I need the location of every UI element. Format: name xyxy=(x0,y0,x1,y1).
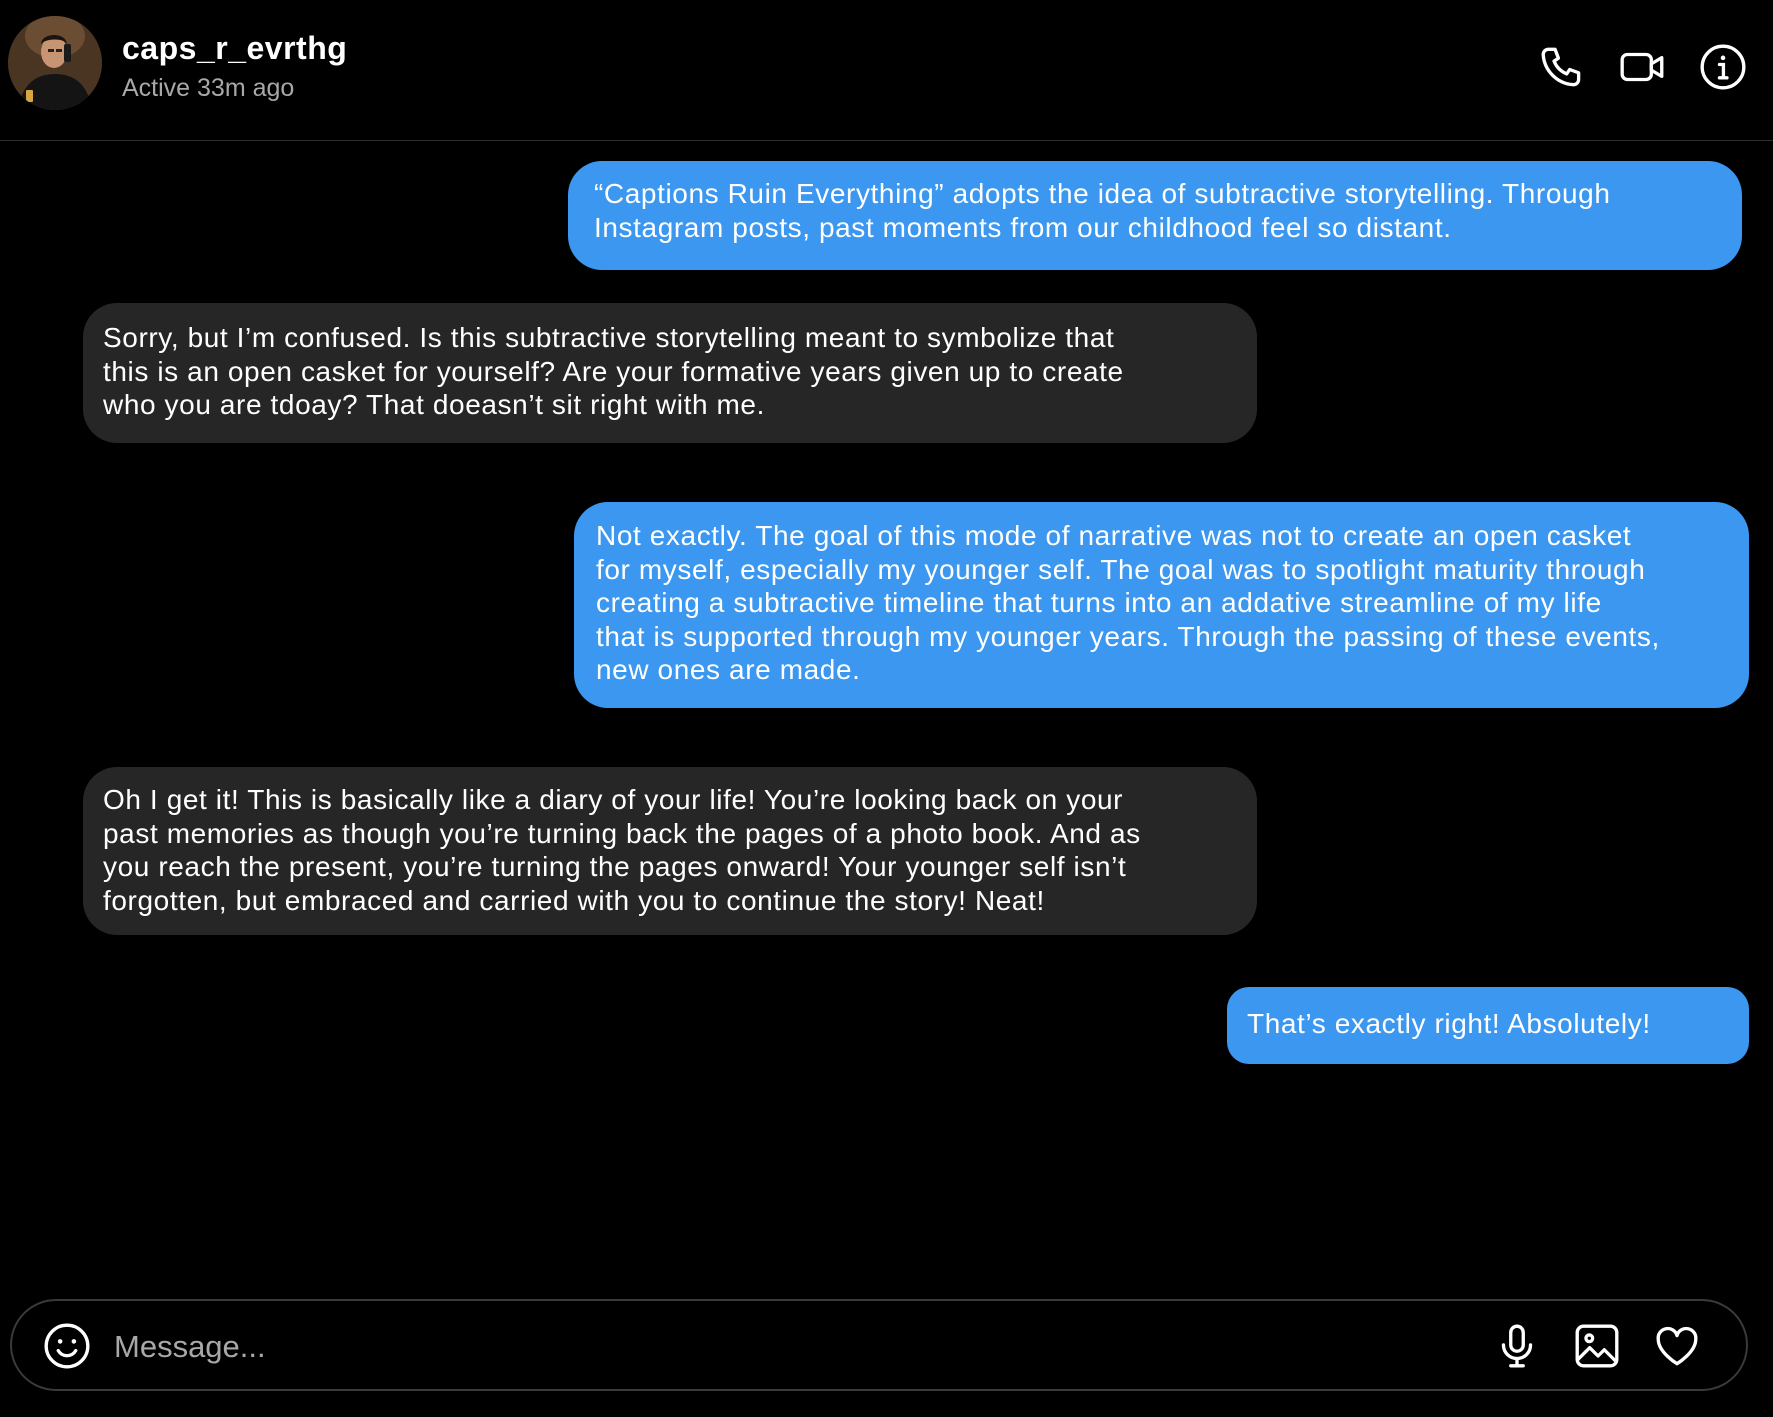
message-composer: Message... xyxy=(10,1299,1748,1391)
info-icon[interactable] xyxy=(1698,42,1748,92)
message-line: for myself, especially my younger self. … xyxy=(596,553,1646,585)
message-line: forgotten, but embraced and carried with… xyxy=(103,884,1045,916)
emoji-icon[interactable] xyxy=(42,1321,92,1371)
message-line: you reach the present, you’re turning th… xyxy=(103,851,1127,882)
active-status: Active 33m ago xyxy=(122,74,295,102)
sent-message[interactable]: “Captions Ruin Everything” adopts the id… xyxy=(568,161,1742,270)
video-camera-icon[interactable] xyxy=(1618,42,1668,92)
message-line: creating a subtractive timeline that tur… xyxy=(596,587,1602,618)
message-line: new ones are made. xyxy=(596,654,861,685)
sent-message[interactable]: Not exactly. The goal of this mode of na… xyxy=(574,502,1749,708)
message-line: Instagram posts, past moments from our c… xyxy=(594,211,1452,243)
heart-icon[interactable] xyxy=(1652,1321,1702,1371)
message-line: Sorry, but I’m confused. Is this subtrac… xyxy=(103,322,1115,353)
received-message[interactable]: Oh I get it! This is basically like a di… xyxy=(83,767,1257,935)
avatar[interactable] xyxy=(8,16,102,110)
chat-username[interactable]: caps_r_evrthg xyxy=(122,30,347,67)
message-line: that is supported through my younger yea… xyxy=(596,620,1660,652)
message-line: past memories as though you’re turning b… xyxy=(103,817,1141,849)
message-line: That’s exactly right! Absolutely! xyxy=(1247,1008,1651,1039)
message-input[interactable]: Message... xyxy=(114,1329,266,1365)
message-line: who you are tdoay? That doeasn’t sit rig… xyxy=(103,389,765,420)
image-icon[interactable] xyxy=(1572,1321,1622,1371)
message-line: Oh I get it! This is basically like a di… xyxy=(103,784,1124,815)
phone-icon[interactable] xyxy=(1538,42,1588,92)
message-line: this is an open casket for yourself? Are… xyxy=(103,355,1124,387)
received-message[interactable]: Sorry, but I’m confused. Is this subtrac… xyxy=(83,303,1257,443)
chat-header: caps_r_evrthg Active 33m ago xyxy=(0,0,1773,141)
microphone-icon[interactable] xyxy=(1492,1321,1542,1371)
sent-message[interactable]: That’s exactly right! Absolutely! xyxy=(1227,987,1749,1064)
message-line: “Captions Ruin Everything” adopts the id… xyxy=(594,178,1611,209)
message-line: Not exactly. The goal of this mode of na… xyxy=(596,520,1632,551)
